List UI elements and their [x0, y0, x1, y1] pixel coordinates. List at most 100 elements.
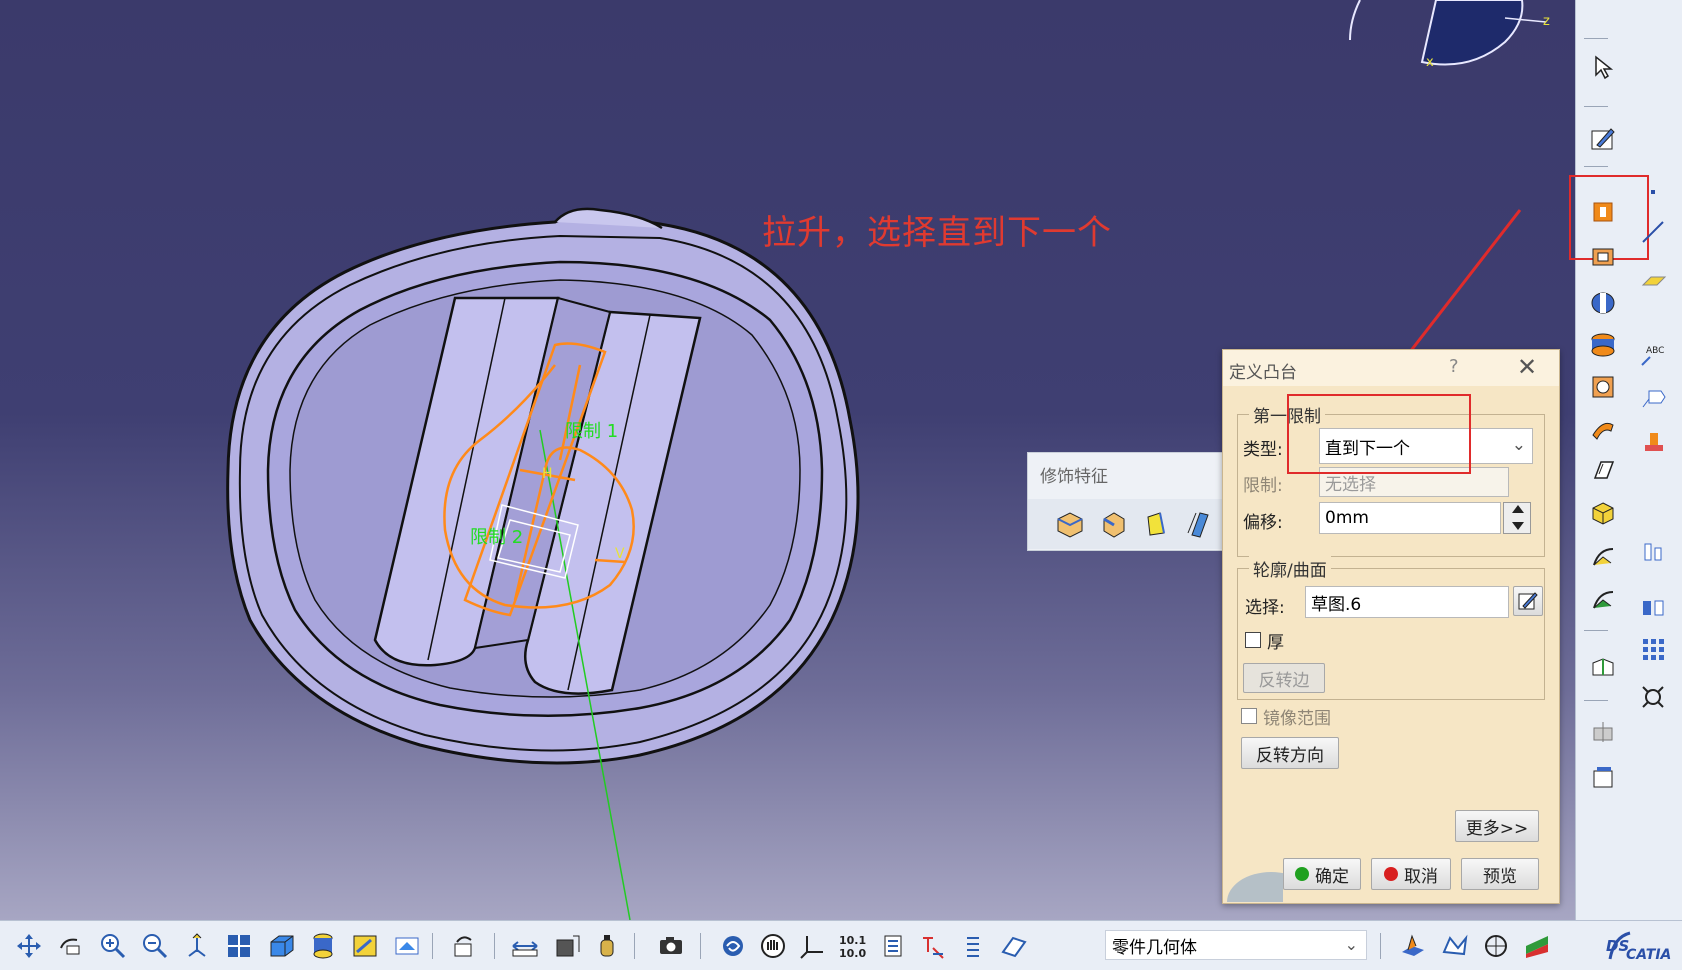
- iso-view-icon[interactable]: [264, 929, 298, 963]
- reverse-side-button[interactable]: 反转边: [1243, 663, 1325, 693]
- flag-note-icon[interactable]: [1636, 380, 1670, 414]
- offset-stepper[interactable]: [1503, 502, 1531, 534]
- catalog-icon[interactable]: [876, 929, 910, 963]
- cube-icon[interactable]: [1586, 496, 1620, 530]
- chevron-down-icon: ⌄: [1344, 935, 1358, 954]
- help-button[interactable]: ?: [1449, 356, 1459, 377]
- limit1-label: 限制 1: [565, 421, 618, 442]
- surface-icon[interactable]: [1438, 929, 1472, 963]
- dialog-titlebar[interactable]: 定义凸台 ? ✕: [1223, 350, 1559, 386]
- rotate-icon[interactable]: [54, 929, 88, 963]
- hole-icon[interactable]: [1586, 370, 1620, 404]
- compass-icon[interactable]: z x: [1349, 0, 1550, 70]
- mirror-extent-checkbox[interactable]: [1241, 708, 1257, 724]
- geometry-body-value: 零件几何体: [1112, 937, 1197, 958]
- hide-show-icon[interactable]: [348, 929, 382, 963]
- limit-label: 限制:: [1243, 476, 1283, 496]
- fit-scale-icon[interactable]: 10.1 10.0: [836, 929, 870, 963]
- chamfer-icon[interactable]: [1096, 507, 1130, 541]
- offset-input[interactable]: 0mm: [1319, 502, 1501, 534]
- removed-section-icon[interactable]: [1586, 583, 1620, 617]
- pocket-icon[interactable]: [1586, 240, 1620, 274]
- dialog-title: 定义凸台: [1229, 363, 1297, 383]
- ok-dot-icon: [1295, 867, 1309, 881]
- profile-label: 轮廓/曲面: [1249, 556, 1331, 581]
- edit-sketch-icon[interactable]: [1513, 586, 1543, 616]
- v-axis-label: V: [615, 546, 625, 562]
- cosmetic-features-toolbar[interactable]: 修饰特征: [1027, 452, 1224, 551]
- plane-select-icon[interactable]: [996, 929, 1030, 963]
- mirror-icon[interactable]: [1636, 590, 1670, 624]
- draft-icon[interactable]: [1138, 507, 1172, 541]
- grab-icon[interactable]: [756, 929, 790, 963]
- work-on-support-icon[interactable]: [1396, 929, 1430, 963]
- annotation-icon[interactable]: ABC: [1636, 338, 1670, 372]
- cancel-dot-icon: [1384, 867, 1398, 881]
- normal-view-icon[interactable]: [180, 929, 214, 963]
- catia-logo-icon: DS CATIA: [1600, 929, 1680, 963]
- camera-icon[interactable]: [654, 929, 688, 963]
- define-pad-dialog[interactable]: 定义凸台 ? ✕ 第一限制 类型: 直到下一个 ⌄ 限制: 无选择 偏移: 0m…: [1222, 349, 1560, 904]
- svg-text:ABC: ABC: [1646, 346, 1664, 356]
- geometry-body-select[interactable]: 零件几何体 ⌄: [1105, 930, 1367, 960]
- sketcher-icon[interactable]: [1586, 122, 1620, 156]
- update-icon[interactable]: [446, 929, 480, 963]
- zoom-in-icon[interactable]: [96, 929, 130, 963]
- constraint-icon[interactable]: [916, 929, 950, 963]
- zoom-out-icon[interactable]: [138, 929, 172, 963]
- stepper-down-icon[interactable]: [1512, 522, 1524, 530]
- thickness-icon[interactable]: [1586, 760, 1620, 794]
- point-icon[interactable]: [1636, 175, 1670, 209]
- plane-icon[interactable]: [1636, 262, 1670, 296]
- remove-face-icon[interactable]: [1586, 715, 1620, 749]
- type-highlight: [1287, 394, 1471, 474]
- thick-checkbox[interactable]: [1245, 632, 1261, 648]
- stamp-icon[interactable]: [1636, 424, 1670, 458]
- catia-brand: CATIA: [1626, 947, 1671, 963]
- ok-label: 确定: [1315, 866, 1349, 887]
- line-icon[interactable]: [1636, 215, 1670, 249]
- shaft-icon[interactable]: [1586, 286, 1620, 320]
- shell-icon[interactable]: [1180, 507, 1214, 541]
- reverse-direction-button[interactable]: 反转方向: [1241, 737, 1339, 769]
- bottom-toolbar: 10.1 10.0 零件几何体 ⌄ DS CATIA: [0, 920, 1682, 970]
- globe-icon: [1227, 872, 1283, 902]
- more-button[interactable]: 更多>>: [1455, 810, 1539, 842]
- groove-icon[interactable]: [1586, 327, 1620, 361]
- chevron-down-icon: ⌄: [1511, 435, 1526, 455]
- pan-icon[interactable]: [12, 929, 46, 963]
- measure-icon[interactable]: [1636, 535, 1670, 569]
- swept-icon[interactable]: [716, 929, 750, 963]
- offset-label: 偏移:: [1243, 513, 1283, 533]
- close-button[interactable]: ✕: [1517, 353, 1537, 381]
- mirror-extent-label: 镜像范围: [1263, 709, 1331, 729]
- profile-select-field[interactable]: 草图.6: [1305, 586, 1509, 618]
- ok-button[interactable]: 确定: [1283, 858, 1361, 890]
- solid-combine-icon[interactable]: [1586, 650, 1620, 684]
- parameters-icon[interactable]: [956, 929, 990, 963]
- multi-view-icon[interactable]: [222, 929, 256, 963]
- rib-icon[interactable]: [1586, 412, 1620, 446]
- axis-x-label: x: [1426, 55, 1434, 70]
- type-label: 类型:: [1243, 440, 1283, 460]
- multi-section-icon[interactable]: [1586, 540, 1620, 574]
- scale-icon[interactable]: [1636, 680, 1670, 714]
- measure-item-icon[interactable]: [550, 929, 584, 963]
- right-toolbar: ABC: [1569, 0, 1682, 920]
- pattern-icon[interactable]: [1636, 632, 1670, 666]
- select-arrow-icon[interactable]: [1586, 50, 1620, 84]
- fillet-icon[interactable]: [1052, 507, 1086, 541]
- preview-button[interactable]: 预览: [1461, 858, 1539, 890]
- axis-system-icon[interactable]: [796, 929, 830, 963]
- mass-icon[interactable]: [590, 929, 624, 963]
- cancel-button[interactable]: 取消: [1371, 858, 1451, 890]
- cosmetic-toolbar-title: 修饰特征: [1040, 467, 1108, 487]
- measure-between-icon[interactable]: [508, 929, 542, 963]
- axis-z-label: z: [1543, 14, 1550, 29]
- shading-icon[interactable]: [306, 929, 340, 963]
- instant-analysis-icon[interactable]: [1520, 929, 1554, 963]
- slot-icon[interactable]: [1586, 453, 1620, 487]
- swap-space-icon[interactable]: [390, 929, 424, 963]
- snap-icon[interactable]: [1480, 929, 1514, 963]
- stepper-up-icon[interactable]: [1512, 505, 1524, 513]
